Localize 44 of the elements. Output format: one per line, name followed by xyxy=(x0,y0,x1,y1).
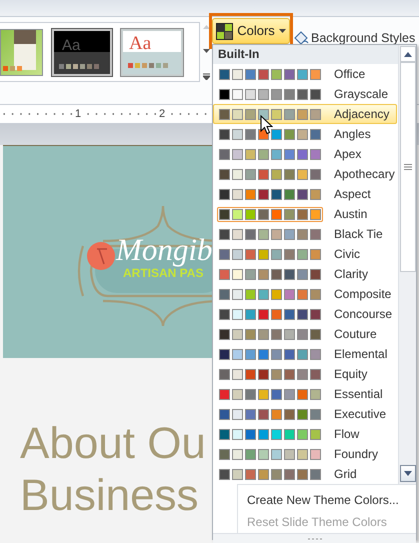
palette-icon xyxy=(216,22,234,40)
slide-title-line: About Ou xyxy=(20,418,206,470)
theme-colors-item[interactable]: Concourse xyxy=(213,304,397,324)
theme-colors-item[interactable]: Essential xyxy=(213,384,397,404)
logo-tagline: ARTISAN PAS xyxy=(123,267,204,279)
theme-colors-item[interactable]: Aspect xyxy=(213,184,397,204)
logo-name: Mongib xyxy=(116,234,212,265)
resize-grip[interactable] xyxy=(213,533,416,543)
theme-colors-item[interactable]: Angles xyxy=(213,124,397,144)
theme-colors-item[interactable]: Adjacency xyxy=(213,104,397,124)
scroll-down-button[interactable] xyxy=(400,465,416,482)
theme-colors-item[interactable]: Elemental xyxy=(213,344,397,364)
scroll-up-button[interactable] xyxy=(400,46,416,62)
theme-thumbnail[interactable] xyxy=(0,28,43,76)
theme-colors-item[interactable]: Grid xyxy=(213,464,397,484)
theme-colors-item[interactable]: Couture xyxy=(213,324,397,344)
theme-colors-item[interactable]: Executive xyxy=(213,404,397,424)
theme-colors-item[interactable]: Clarity xyxy=(213,264,397,284)
theme-colors-item[interactable]: Apothecary xyxy=(213,164,397,184)
scroll-up-icon xyxy=(202,24,210,29)
theme-colors-item[interactable]: Composite xyxy=(213,284,397,304)
logo-emblem-icon xyxy=(87,242,115,270)
mouse-pointer-icon xyxy=(260,115,273,135)
theme-colors-item[interactable]: Civic xyxy=(213,244,397,264)
caret-icon xyxy=(278,29,286,33)
theme-colors-item[interactable]: Black Tie xyxy=(213,224,397,244)
more-icon xyxy=(202,73,210,80)
scroll-thumb[interactable] xyxy=(400,62,416,272)
theme-colors-item[interactable]: Austin xyxy=(213,204,397,224)
section-header: Built-In xyxy=(213,45,398,64)
up-arrow-icon xyxy=(404,52,412,56)
theme-colors-item[interactable]: Foundry xyxy=(213,444,397,464)
theme-colors-item[interactable]: Apex xyxy=(213,144,397,164)
scroll-down-icon xyxy=(202,48,210,54)
theme-colors-item[interactable]: Grayscale xyxy=(213,84,397,104)
menu-item[interactable]: Create New Theme Colors... xyxy=(247,489,416,511)
theme-colors-item[interactable]: Office xyxy=(213,64,397,84)
down-arrow-icon xyxy=(404,471,412,476)
background-styles-button[interactable]: Background Styles xyxy=(293,28,416,48)
slide-title-line: Business xyxy=(20,470,199,522)
theme-colors-item[interactable]: Equity xyxy=(213,364,397,384)
theme-thumbnail[interactable]: Aa xyxy=(121,28,183,76)
grip-icon xyxy=(404,164,412,170)
theme-colors-item[interactable]: Flow xyxy=(213,424,397,444)
